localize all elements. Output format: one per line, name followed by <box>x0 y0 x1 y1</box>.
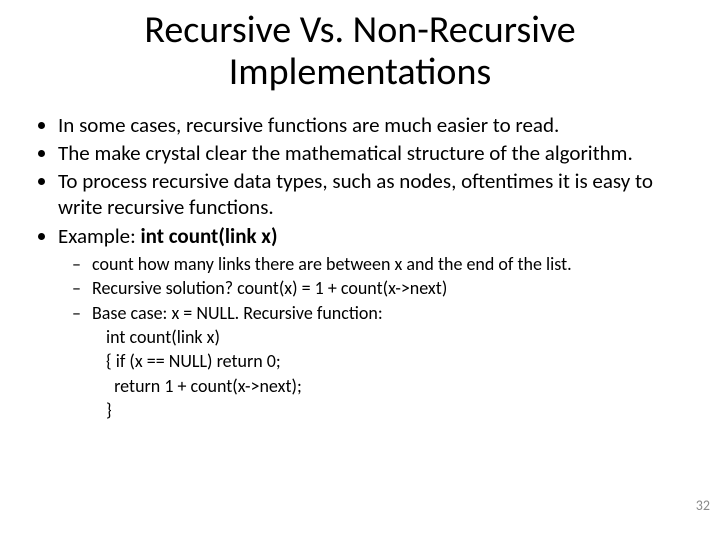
bullet-item-example: Example: int count(link x) count how man… <box>58 223 690 423</box>
slide: { "title": "Recursive Vs. Non-Recursive … <box>0 10 720 540</box>
code-line: { if (x == NULL) return 0; <box>92 350 690 373</box>
sub-bullet-item: Recursive solution? count(x) = 1 + count… <box>92 277 690 300</box>
sub-bullet-item: count how many links there are between x… <box>92 253 690 276</box>
sub-bullet-item: Base case: x = NULL. Recursive function: <box>92 302 690 325</box>
slide-title: Recursive Vs. Non-Recursive Implementati… <box>60 10 660 94</box>
code-text: int count(link x) <box>106 326 690 349</box>
code-text: { if (x == NULL) return 0; <box>106 350 690 373</box>
sub-bullet-list: count how many links there are between x… <box>58 253 690 423</box>
bullet-item: In some cases, recursive functions are m… <box>58 112 690 138</box>
code-line: } <box>92 399 690 422</box>
bullet-list: In some cases, recursive functions are m… <box>30 112 690 423</box>
code-text: return 1 + count(x->next); <box>106 375 690 398</box>
code-text: } <box>106 399 690 422</box>
bullet-item: The make crystal clear the mathematical … <box>58 140 690 166</box>
code-line: int count(link x) <box>92 326 690 349</box>
page-number: 32 <box>696 497 710 514</box>
example-prefix: Example: <box>58 223 140 249</box>
code-line: return 1 + count(x->next); <box>92 375 690 398</box>
bullet-item: To process recursive data types, such as… <box>58 168 690 221</box>
example-signature: int count(link x) <box>140 223 277 249</box>
